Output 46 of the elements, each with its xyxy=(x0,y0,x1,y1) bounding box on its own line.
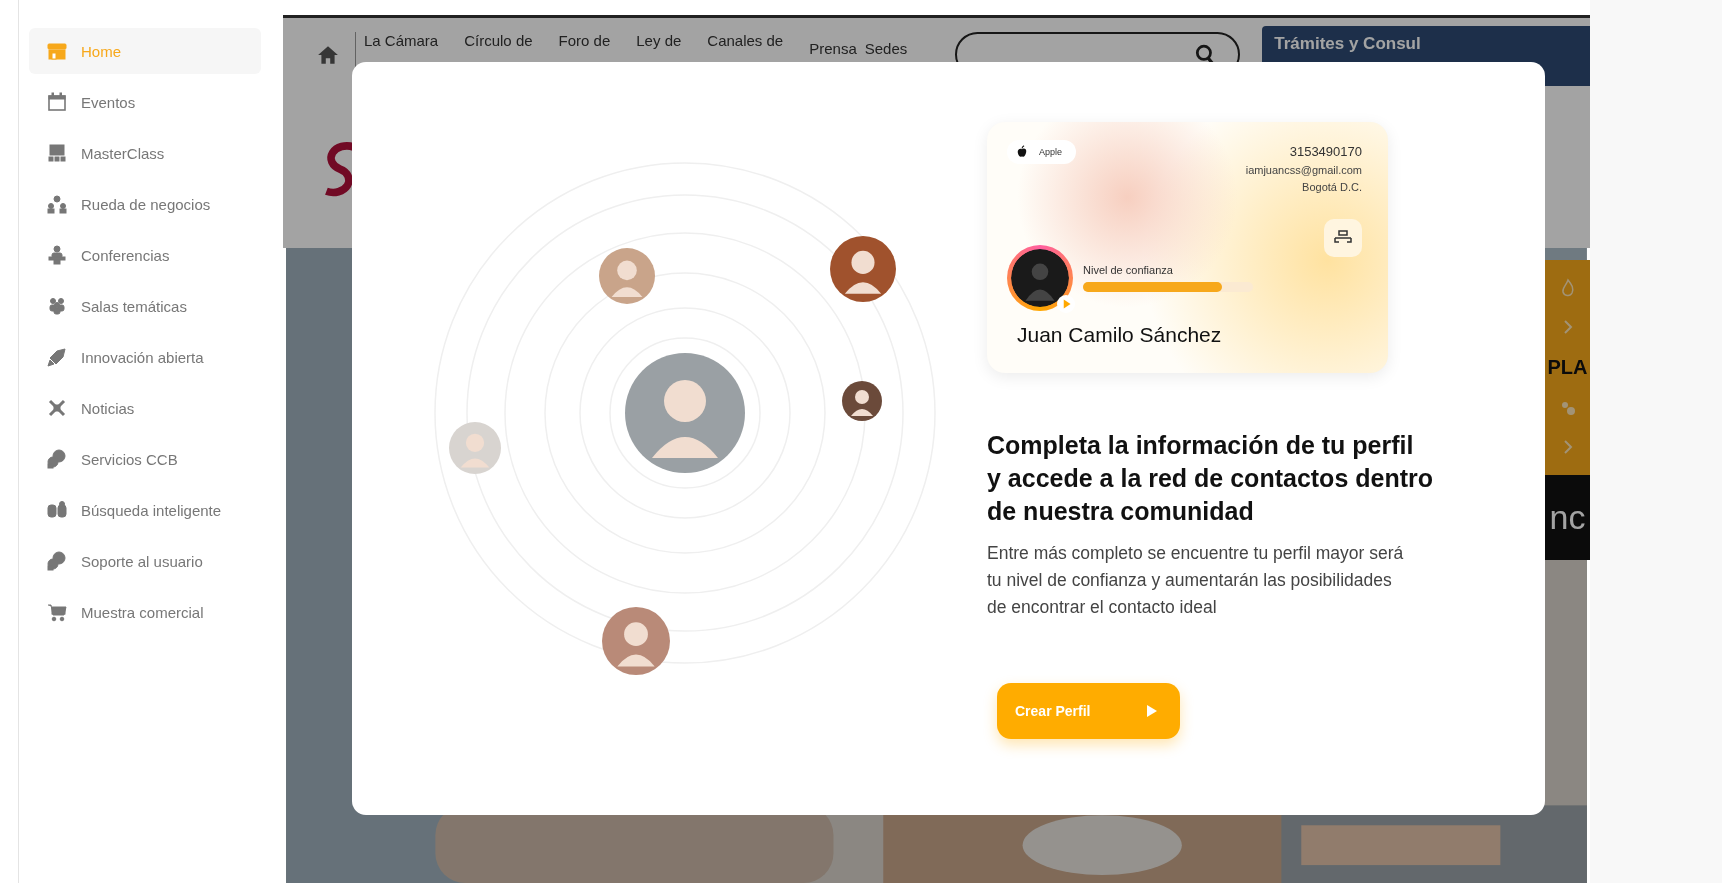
apple-icon xyxy=(1015,145,1029,159)
cart-icon xyxy=(47,602,67,622)
profile-name: Juan Camilo Sánchez xyxy=(1017,323,1223,347)
nav-link[interactable]: Foro de xyxy=(558,32,611,49)
avatar xyxy=(842,381,882,421)
trust-level-label: Nivel de confianza xyxy=(1083,264,1174,276)
sidebar-item[interactable]: Eventos xyxy=(29,79,261,125)
nav-link[interactable]: Ley de xyxy=(636,32,682,49)
people-icon xyxy=(47,194,67,214)
sidebar-item[interactable]: Muestra comercial xyxy=(29,589,261,635)
sidebar-item[interactable]: Soporte al usuario xyxy=(29,538,261,584)
nav-link[interactable]: Círculo de xyxy=(464,32,533,49)
avatar xyxy=(602,607,670,675)
board-icon xyxy=(47,143,67,163)
sidebar-item[interactable]: Innovación abierta xyxy=(29,334,261,380)
avatar xyxy=(830,236,896,302)
sidebar-item[interactable]: Rueda de negocios xyxy=(29,181,261,227)
sidebar-item[interactable]: Conferencias xyxy=(29,232,261,278)
panel-text: PLA xyxy=(1547,355,1588,379)
sidebar-item[interactable]: Búsqueda inteligente xyxy=(29,487,261,533)
store-icon xyxy=(47,41,67,61)
city-label: Bogotá D.C. xyxy=(1302,181,1362,193)
nav-link[interactable]: Canales de xyxy=(707,32,784,49)
calendar-icon xyxy=(47,92,67,112)
brand-label: Apple xyxy=(1039,147,1063,157)
sidebar-item[interactable]: Servicios CCB xyxy=(29,436,261,482)
sidebar-item[interactable]: MasterClass xyxy=(29,130,261,176)
play-icon xyxy=(1057,295,1075,313)
avatar xyxy=(599,248,655,304)
banner-text: nc xyxy=(1549,498,1586,537)
modal-heading: Completa la información de tu perfil y accede a la red de contactos dentro de nuestra comunidad xyxy=(987,430,1433,527)
rocket-icon xyxy=(47,347,67,367)
modal-text: Entre más completo se encuentre tu perfil mayor será tu nivel de confianza y aumentarán las posibilidades de encontrar el contacto ideal xyxy=(987,542,1404,619)
speaker-icon xyxy=(47,245,67,265)
group-icon xyxy=(47,296,67,316)
email-address: iamjuancss@gmail.com xyxy=(1245,164,1362,176)
play-icon xyxy=(1146,704,1158,718)
nav-link[interactable]: Prensa xyxy=(809,40,857,57)
nav-link[interactable]: Sedes xyxy=(864,40,908,57)
home-icon[interactable] xyxy=(317,44,339,66)
phone-number: 3153490170 xyxy=(1289,144,1362,159)
sidebar-item[interactable]: Salas temáticas xyxy=(29,283,261,329)
avatar xyxy=(449,422,501,474)
nav-link[interactable]: La Cámara xyxy=(364,32,439,49)
swap-button[interactable] xyxy=(1324,219,1362,257)
sidebar-item[interactable]: Noticias xyxy=(29,385,261,431)
